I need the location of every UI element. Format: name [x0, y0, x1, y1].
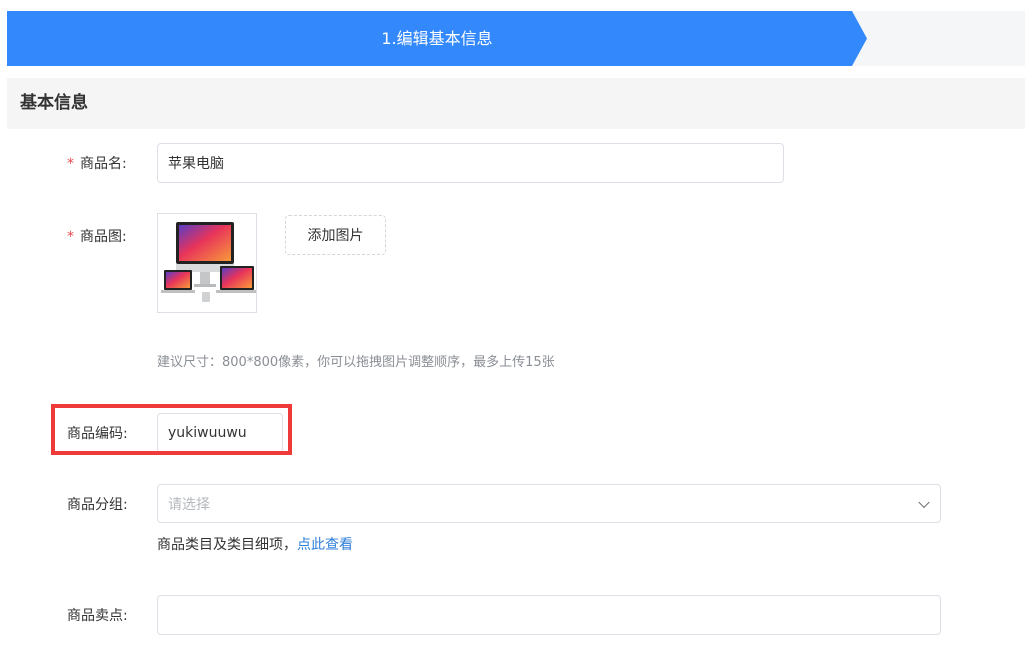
add-image-button[interactable]: 添加图片	[285, 215, 386, 255]
product-group-placeholder: 请选择	[168, 496, 210, 513]
product-name-label: * 商品名:	[67, 156, 127, 172]
required-mark: *	[67, 229, 74, 245]
product-image-thumbnail[interactable]	[157, 213, 257, 313]
section-title: 基本信息	[20, 93, 88, 113]
required-mark: *	[67, 156, 74, 172]
image-size-hint: 建议尺寸：800*800像素，你可以拖拽图片调整顺序，最多上传15张	[157, 355, 555, 370]
view-category-link[interactable]: 点此查看	[297, 537, 353, 553]
highlight-annotation	[51, 404, 292, 455]
selling-point-label: 商品卖点:	[67, 608, 128, 624]
selling-point-input[interactable]	[157, 595, 941, 635]
product-name-input[interactable]: 苹果电脑	[157, 143, 784, 183]
product-group-label: 商品分组:	[67, 497, 128, 513]
step-bar: 1.编辑基本信息	[7, 11, 1025, 66]
product-image-label: * 商品图:	[67, 229, 127, 245]
section-header: 基本信息	[7, 78, 1025, 129]
product-group-select[interactable]: 请选择	[157, 484, 941, 523]
step-1-active[interactable]: 1.编辑基本信息	[7, 11, 867, 66]
apple-devices-image	[161, 222, 256, 302]
chevron-down-icon[interactable]	[918, 496, 930, 508]
category-note: 商品类目及类目细项，点此查看	[157, 537, 353, 553]
step-1-label: 1.编辑基本信息	[381, 29, 493, 48]
